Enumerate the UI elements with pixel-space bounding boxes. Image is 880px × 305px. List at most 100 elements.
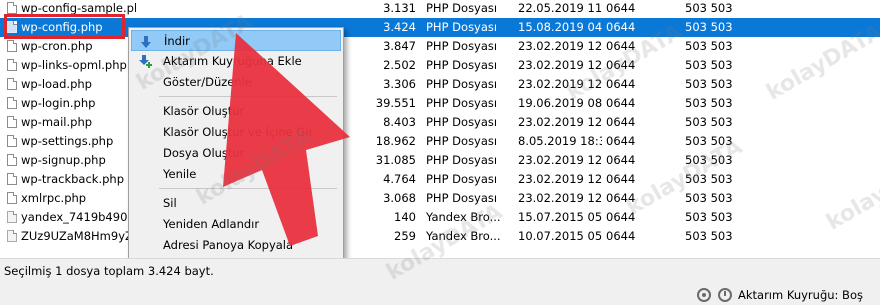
- file-permissions: 0644: [606, 134, 636, 148]
- file-owner: 503 503: [685, 77, 733, 91]
- file-permissions: 0644: [606, 210, 636, 224]
- file-owner: 503 503: [685, 39, 733, 53]
- queue-clock-icon[interactable]: [718, 288, 732, 302]
- file-type: PHP Dosyası: [426, 115, 498, 129]
- file-name: wp-cron.php: [21, 39, 93, 53]
- php-file-icon: [7, 116, 17, 128]
- file-type: PHP Dosyası: [426, 58, 498, 72]
- context-menu: İndir Aktarım Kuyruğuna Ekle Göster/Düzenl…: [128, 27, 344, 289]
- download-arrow-icon: [141, 36, 151, 48]
- file-permissions: 0644: [606, 20, 636, 34]
- menu-item[interactable]: Klasör Oluştur: [131, 101, 341, 122]
- menu-item-label: Klasör Oluştur ve İçine Gir: [163, 125, 314, 139]
- html-file-icon: [7, 211, 17, 223]
- menu-item[interactable]: Klasör Oluştur ve İçine Gir: [131, 122, 341, 143]
- menu-item-label: Göster/Düzenle: [163, 75, 252, 89]
- file-size: 3.131: [383, 1, 416, 15]
- php-file-icon: [7, 59, 17, 71]
- file-permissions: 0644: [606, 191, 636, 205]
- file-name: wp-load.php: [21, 77, 92, 91]
- php-file-icon: [7, 173, 17, 185]
- file-name: xmlrpc.php: [21, 191, 87, 205]
- php-file-icon: [7, 97, 17, 109]
- file-owner: 503 503: [685, 20, 733, 34]
- file-owner: 503 503: [685, 210, 733, 224]
- file-type: PHP Dosyası: [426, 20, 498, 34]
- php-file-icon: [7, 2, 17, 14]
- file-permissions: 0644: [606, 77, 636, 91]
- file-owner: 503 503: [685, 153, 733, 167]
- file-permissions: 0644: [606, 115, 636, 129]
- menu-separator: [159, 188, 337, 189]
- file-owner: 503 503: [685, 96, 733, 110]
- file-type: PHP Dosyası: [426, 172, 498, 186]
- file-name: wp-links-opml.php: [21, 58, 127, 72]
- menu-item-label: Sil: [163, 196, 177, 210]
- file-permissions: 0644: [606, 96, 636, 110]
- file-type: PHP Dosyası: [426, 191, 498, 205]
- file-type: PHP Dosyası: [426, 77, 498, 91]
- html-file-icon: [7, 230, 17, 242]
- menu-item[interactable]: Aktarım Kuyruğuna Ekle: [131, 51, 341, 72]
- menu-item[interactable]: İndir: [131, 30, 341, 51]
- settings-gear-icon[interactable]: [697, 288, 711, 302]
- php-file-icon: [7, 135, 17, 147]
- file-type: PHP Dosyası: [426, 1, 498, 15]
- transfer-queue-status[interactable]: Aktarım Kuyruğu: Boş: [738, 285, 863, 305]
- menu-item[interactable]: Yeniden Adlandır: [131, 214, 341, 235]
- menu-item-label: İndir: [164, 34, 190, 48]
- menu-item[interactable]: Göster/Düzenle: [131, 72, 341, 93]
- file-name: wp-signup.php: [21, 153, 106, 167]
- file-modified-date: 23.02.2019 12:1...: [518, 172, 602, 186]
- file-permissions: 0644: [606, 153, 636, 167]
- selection-status-text: Seçilmiş 1 dosya toplam 3.424 bayt.: [4, 264, 214, 278]
- file-owner: 503 503: [685, 172, 733, 186]
- file-type: PHP Dosyası: [426, 134, 498, 148]
- file-name: wp-trackback.php: [21, 172, 124, 186]
- file-owner: 503 503: [685, 115, 733, 129]
- file-row[interactable]: wp-config-sample.php 3.131 PHP Dosyası 22.0…: [0, 0, 880, 18]
- file-modified-date: 8.05.2019 18:30...: [518, 134, 602, 148]
- php-file-icon: [7, 192, 17, 204]
- menu-item-label: Aktarım Kuyruğuna Ekle: [163, 54, 302, 68]
- add-to-queue-icon: [139, 55, 152, 68]
- menu-item[interactable]: Adresi Panoya Kopyala: [131, 235, 341, 256]
- menu-item-label: Yeniden Adlandır: [163, 217, 260, 231]
- file-modified-date: 23.02.2019 12:1...: [518, 58, 602, 72]
- file-name: wp-login.php: [21, 96, 96, 110]
- file-modified-date: 19.06.2019 08:3...: [518, 96, 602, 110]
- selected-file-highlight-box: [4, 14, 125, 39]
- file-modified-date: 23.02.2019 12:1...: [518, 191, 602, 205]
- file-modified-date: 23.02.2019 12:1...: [518, 153, 602, 167]
- file-owner: 503 503: [685, 134, 733, 148]
- file-owner: 503 503: [685, 191, 733, 205]
- file-modified-date: 15.07.2015 05:3...: [518, 210, 602, 224]
- file-modified-date: 23.02.2019 12:1...: [518, 39, 602, 53]
- file-type: Yandex Bro...: [426, 210, 501, 224]
- file-owner: 503 503: [685, 1, 733, 15]
- status-bar: Seçilmiş 1 dosya toplam 3.424 bayt. Akta…: [0, 258, 880, 305]
- file-type: PHP Dosyası: [426, 153, 498, 167]
- menu-separator: [159, 96, 337, 97]
- file-modified-date: 23.02.2019 12:1...: [518, 115, 602, 129]
- file-name: ZUz9UZaM8Hm9yZ: [21, 229, 133, 243]
- file-permissions: 0644: [606, 229, 636, 243]
- file-owner: 503 503: [685, 58, 733, 72]
- menu-item-label: Yenile: [163, 167, 197, 181]
- file-modified-date: 23.02.2019 12:1...: [518, 77, 602, 91]
- php-file-icon: [7, 154, 17, 166]
- file-name: wp-settings.php: [21, 134, 114, 148]
- file-name: yandex_7419b490c5: [21, 210, 136, 224]
- menu-item[interactable]: Sil: [131, 193, 341, 214]
- menu-item-label: Dosya Oluştur: [163, 146, 245, 160]
- file-type: PHP Dosyası: [426, 39, 498, 53]
- menu-item-label: Klasör Oluştur: [163, 104, 245, 118]
- file-modified-date: 10.07.2015 05:0...: [518, 229, 602, 243]
- menu-item[interactable]: Yenile: [131, 164, 341, 185]
- file-owner: 503 503: [685, 229, 733, 243]
- file-modified-date: 22.05.2019 11:3...: [518, 1, 602, 15]
- menu-item[interactable]: Dosya Oluştur: [131, 143, 341, 164]
- php-file-icon: [7, 40, 17, 52]
- file-permissions: 0644: [606, 58, 636, 72]
- file-type: Yandex Bro...: [426, 229, 501, 243]
